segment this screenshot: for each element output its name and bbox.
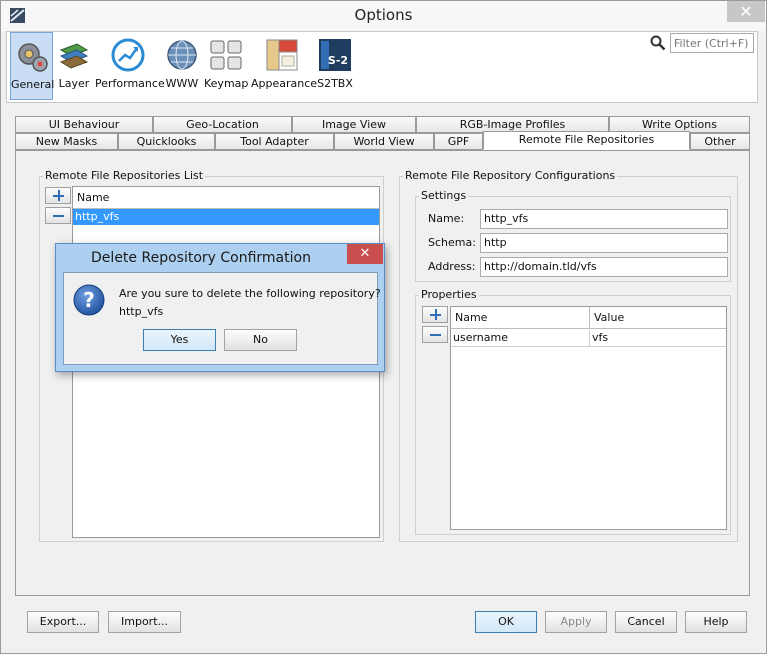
dialog-repository-name: http_vfs	[119, 305, 164, 318]
repositories-column-name: Name	[73, 187, 379, 209]
window-title: Options	[354, 6, 413, 24]
import-button[interactable]: Import...	[108, 611, 181, 633]
tab-geo-location[interactable]: Geo-Location	[153, 116, 292, 133]
settings-title: Settings	[419, 189, 469, 202]
toolbar-keymap[interactable]: Keymap	[204, 32, 248, 100]
property-value-cell[interactable]: vfs	[589, 330, 726, 347]
tab-new-masks[interactable]: New Masks	[15, 133, 118, 150]
apply-button[interactable]: Apply	[545, 611, 607, 633]
gauge-icon	[111, 38, 144, 72]
address-label: Address:	[428, 260, 476, 273]
tab-quicklooks[interactable]: Quicklooks	[118, 133, 215, 150]
toolbar-www-label: WWW	[165, 77, 199, 90]
globe-icon	[167, 40, 197, 70]
svg-text:?: ?	[83, 288, 95, 312]
cancel-button[interactable]: Cancel	[615, 611, 677, 633]
properties-column-value: Value	[589, 307, 726, 329]
dialog-no-button[interactable]: No	[224, 329, 297, 351]
tab-remote-file-repositories[interactable]: Remote File Repositories	[483, 131, 690, 150]
layers-icon	[59, 43, 89, 69]
toolbar-s2tbx-label: S2TBX	[317, 77, 353, 90]
dialog-title: Delete Repository Confirmation	[91, 250, 311, 266]
name-label: Name:	[428, 212, 465, 225]
repository-config-title: Remote File Repository Configurations	[403, 169, 618, 182]
repository-row[interactable]: http_vfs	[73, 209, 379, 225]
sentinel2-icon: S-2	[319, 39, 351, 71]
close-icon: ✕	[739, 2, 753, 21]
filter-search-input[interactable]	[670, 33, 754, 53]
schema-field[interactable]: http	[480, 233, 728, 253]
window-close-button[interactable]: ✕	[727, 1, 765, 22]
keyboard-icon	[210, 40, 242, 70]
toolbar-keymap-label: Keymap	[204, 77, 249, 90]
tab-ui-behaviour[interactable]: UI Behaviour	[15, 116, 153, 133]
toolbar-layer-label: Layer	[58, 77, 90, 90]
toolbar-performance[interactable]: Performance	[95, 32, 165, 100]
palette-icon	[266, 39, 298, 71]
schema-label: Schema:	[428, 236, 476, 249]
properties-title: Properties	[419, 288, 479, 301]
dialog-close-button[interactable]: ✕	[347, 244, 383, 264]
close-icon: ✕	[359, 246, 371, 261]
help-button[interactable]: Help	[685, 611, 747, 633]
tab-image-view[interactable]: Image View	[292, 116, 416, 133]
ok-button[interactable]: OK	[475, 611, 537, 633]
toolbar-s2tbx[interactable]: S-2 S2TBX	[316, 32, 354, 100]
search-icon	[650, 35, 666, 51]
export-button[interactable]: Export...	[27, 611, 99, 633]
toolbar-performance-label: Performance	[95, 77, 165, 90]
toolbar-general-label: General	[11, 78, 55, 91]
toolbar-appearance[interactable]: Appearance	[251, 32, 318, 100]
tab-world-view[interactable]: World View	[334, 133, 434, 150]
toolbar-www[interactable]: WWW	[164, 32, 200, 100]
toolbar-general[interactable]: General	[10, 32, 55, 100]
toolbar-appearance-label: Appearance	[251, 77, 318, 90]
properties-table: Name Value username vfs	[450, 306, 727, 530]
tab-gpf[interactable]: GPF	[434, 133, 483, 150]
add-property-button[interactable]	[422, 306, 448, 323]
tab-tool-adapter[interactable]: Tool Adapter	[215, 133, 334, 150]
name-field[interactable]: http_vfs	[480, 209, 728, 229]
repositories-list-title: Remote File Repositories List	[43, 169, 206, 182]
gears-icon	[17, 43, 48, 72]
property-name-cell[interactable]: username	[451, 330, 589, 347]
remove-repository-button[interactable]	[45, 207, 71, 224]
question-icon: ?	[73, 284, 105, 316]
toolbar-layer[interactable]: Layer	[55, 32, 93, 100]
dialog-yes-button[interactable]: Yes	[143, 329, 216, 351]
tab-other[interactable]: Other	[690, 133, 750, 150]
properties-column-name: Name	[451, 307, 589, 329]
remove-property-button[interactable]	[422, 326, 448, 343]
dialog-message: Are you sure to delete the following rep…	[119, 287, 381, 300]
address-field[interactable]: http://domain.tld/vfs	[480, 257, 728, 277]
add-repository-button[interactable]	[45, 187, 71, 204]
dialog-body	[63, 272, 378, 365]
svg-text:S-2: S-2	[328, 54, 348, 67]
